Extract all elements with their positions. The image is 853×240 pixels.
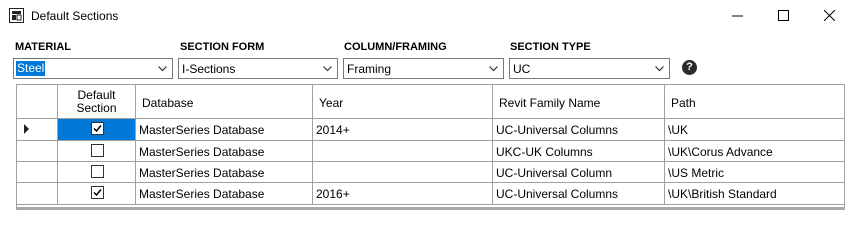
year-cell[interactable]	[313, 141, 493, 162]
year-cell[interactable]: 2014+	[313, 119, 493, 141]
material-label: MATERIAL	[15, 41, 72, 53]
default-section-checkbox[interactable]	[91, 165, 104, 178]
section-form-dropdown[interactable]: I-Sections	[178, 58, 338, 79]
column-header-label: Database	[142, 96, 194, 110]
column-framing-value: Framing	[347, 62, 392, 76]
section-type-label: SECTION TYPE	[510, 41, 591, 53]
cell-text: MasterSeries Database	[139, 145, 265, 159]
column-header-label: Path	[671, 96, 696, 110]
window-title: Default Sections	[31, 9, 119, 23]
family-cell[interactable]: UC-Universal Columns	[493, 183, 665, 205]
cell-text: UKC-UK Columns	[496, 145, 593, 159]
sections-grid: Default Section Database Year Revit Fami…	[16, 84, 845, 210]
row-header[interactable]	[17, 183, 58, 205]
close-icon	[824, 10, 835, 21]
minimize-icon	[732, 15, 743, 17]
column-header-path[interactable]: Path	[665, 85, 844, 119]
default-section-checkbox[interactable]	[91, 144, 104, 157]
checkmark-icon	[93, 125, 102, 133]
close-button[interactable]	[807, 0, 853, 31]
cell-text: \US Metric	[668, 166, 725, 180]
material-dropdown[interactable]: Steel	[13, 58, 173, 79]
minimize-button[interactable]	[715, 0, 761, 31]
default-section-cell[interactable]	[58, 141, 136, 162]
grid-scroll-edge	[17, 207, 845, 210]
column-header-revit-family-name[interactable]: Revit Family Name	[493, 85, 665, 119]
cell-text: UC-Universal Columns	[496, 123, 619, 137]
column-header-default-section[interactable]: Default Section	[58, 85, 136, 119]
cell-text: MasterSeries Database	[139, 123, 265, 137]
chevron-down-icon	[655, 66, 664, 72]
chevron-down-icon	[489, 66, 498, 72]
year-cell[interactable]	[313, 162, 493, 183]
column-header-database[interactable]: Database	[136, 85, 313, 119]
family-cell[interactable]: UC-Universal Column	[493, 162, 665, 183]
section-type-value: UC	[513, 62, 531, 76]
default-section-cell[interactable]	[58, 119, 136, 141]
default-section-checkbox[interactable]	[91, 122, 104, 135]
section-type-dropdown[interactable]: UC	[509, 58, 670, 79]
maximize-button[interactable]	[761, 0, 807, 31]
current-row-arrow-icon	[24, 124, 29, 134]
chevron-down-icon	[158, 66, 167, 72]
row-header-corner	[17, 85, 58, 119]
column-framing-dropdown[interactable]: Framing	[343, 58, 504, 79]
column-header-year[interactable]: Year	[313, 85, 493, 119]
path-cell[interactable]: \UK\British Standard	[665, 183, 844, 205]
cell-text: UC-Universal Columns	[496, 187, 619, 201]
cell-text: MasterSeries Database	[139, 166, 265, 180]
column-header-label: Revit Family Name	[499, 96, 601, 110]
default-section-checkbox[interactable]	[91, 186, 104, 199]
year-cell[interactable]: 2016+	[313, 183, 493, 205]
path-cell[interactable]: \US Metric	[665, 162, 844, 183]
cell-text: UC-Universal Column	[496, 166, 613, 180]
material-value: Steel	[16, 61, 46, 76]
family-cell[interactable]: UC-Universal Columns	[493, 119, 665, 141]
help-icon[interactable]: ?	[682, 60, 697, 75]
cell-text: \UK	[668, 123, 689, 137]
title-bar: Default Sections	[0, 0, 853, 31]
section-form-value: I-Sections	[182, 62, 236, 76]
default-section-cell[interactable]	[58, 183, 136, 205]
family-cell[interactable]: UKC-UK Columns	[493, 141, 665, 162]
default-section-cell[interactable]	[58, 162, 136, 183]
cell-text: 2014+	[316, 123, 350, 137]
row-header[interactable]	[17, 119, 58, 141]
path-cell[interactable]: \UK\Corus Advance	[665, 141, 844, 162]
cell-text: MasterSeries Database	[139, 187, 265, 201]
app-icon	[9, 8, 24, 23]
chevron-down-icon	[323, 66, 332, 72]
column-header-label: Year	[319, 96, 344, 110]
checkmark-icon	[93, 189, 102, 197]
database-cell[interactable]: MasterSeries Database	[136, 119, 313, 141]
cell-text: 2016+	[316, 187, 350, 201]
cell-text: \UK\British Standard	[668, 187, 777, 201]
row-header[interactable]	[17, 162, 58, 183]
column-framing-label: COLUMN/FRAMING	[344, 41, 447, 53]
database-cell[interactable]: MasterSeries Database	[136, 183, 313, 205]
path-cell[interactable]: \UK	[665, 119, 844, 141]
database-cell[interactable]: MasterSeries Database	[136, 162, 313, 183]
database-cell[interactable]: MasterSeries Database	[136, 141, 313, 162]
maximize-icon	[778, 10, 789, 21]
section-form-label: SECTION FORM	[180, 41, 265, 53]
cell-text: \UK\Corus Advance	[668, 145, 773, 159]
row-header[interactable]	[17, 141, 58, 162]
column-header-label: Default Section	[76, 88, 117, 115]
